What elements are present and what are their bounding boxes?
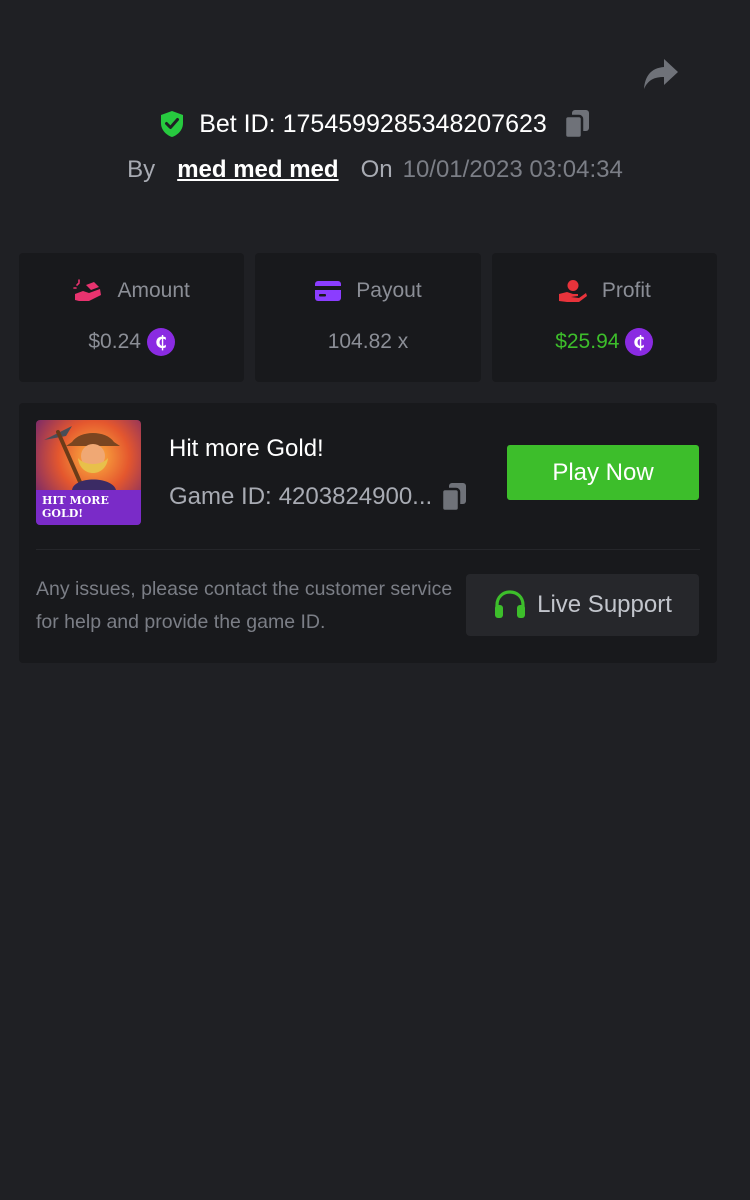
copy-game-id-icon[interactable] <box>440 481 468 513</box>
divider <box>36 549 700 550</box>
share-arrow-icon <box>644 59 678 89</box>
payout-card: Payout 104.82 x <box>255 253 481 382</box>
headset-icon <box>495 590 526 618</box>
support-help-text: Any issues, please contact the customer … <box>36 578 453 633</box>
game-title[interactable]: Hit more Gold! <box>169 435 324 463</box>
bet-id-row: Bet ID: 1754599285348207623 <box>0 108 750 140</box>
username-link[interactable]: med med med <box>177 156 338 184</box>
game-id-value: 4203824900... <box>278 483 433 510</box>
bet-datetime: 10/01/2023 03:04:34 <box>402 156 623 183</box>
amount-card: Amount $0.24 ₵ <box>19 253 245 382</box>
svg-text:₵: ₵ <box>155 333 167 353</box>
thumb-title-line2: GOLD! <box>42 507 83 520</box>
profit-card: Profit $25.94 ₵ <box>491 253 717 382</box>
payout-label: Payout <box>356 279 422 302</box>
profit-value: $25.94 <box>555 330 620 353</box>
coin-icon: ₵ <box>146 328 175 356</box>
payout-value: 104.82 x <box>327 330 409 353</box>
game-id-label: Game ID: <box>169 483 272 510</box>
bet-stats: Amount $0.24 ₵ Payout 104.82 x Profit $2… <box>19 253 717 382</box>
live-support-label: Live Support <box>537 591 672 618</box>
bet-id-label: Bet ID: <box>199 109 276 138</box>
game-id-row: Game ID: 4203824900... <box>169 481 468 513</box>
amount-label: Amount <box>117 279 190 302</box>
card-icon <box>315 281 342 301</box>
amount-value: $0.24 <box>88 330 141 353</box>
bet-meta-row: By med med med On 10/01/2023 03:04:34 <box>0 156 750 184</box>
share-button[interactable] <box>642 56 680 92</box>
game-thumbnail[interactable]: HIT MORE GOLD! <box>36 420 141 525</box>
by-label: By <box>127 156 156 183</box>
copy-bet-id-icon[interactable] <box>563 108 591 140</box>
on-label: On <box>360 156 393 183</box>
game-card: HIT MORE GOLD! Hit more Gold! Game ID: 4… <box>19 403 717 663</box>
svg-text:₵: ₵ <box>634 333 646 353</box>
bet-id-value: 1754599285348207623 <box>282 109 547 138</box>
thumb-title-line1: HIT MORE <box>42 494 109 507</box>
live-support-button[interactable]: Live Support <box>466 574 699 636</box>
profit-label: Profit <box>601 279 651 302</box>
money-hand-icon <box>73 279 102 301</box>
verified-shield-icon <box>161 111 184 137</box>
play-now-button[interactable]: Play Now <box>507 445 699 500</box>
hand-coin-icon <box>558 280 587 302</box>
coin-icon: ₵ <box>625 328 654 356</box>
